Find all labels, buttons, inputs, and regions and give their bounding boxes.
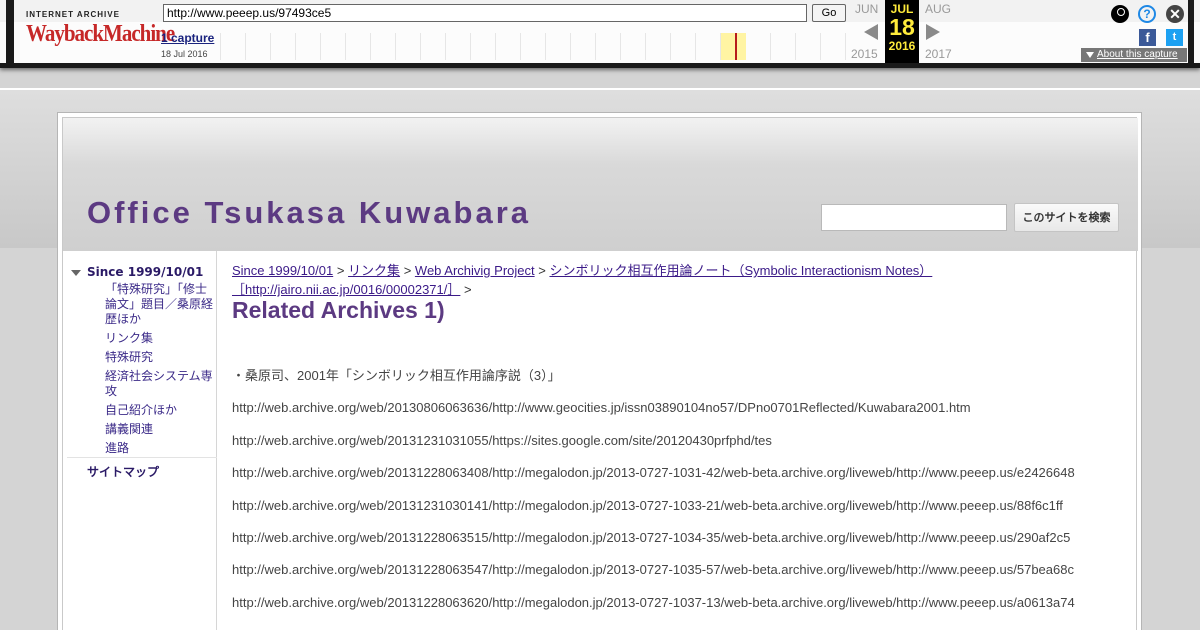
sidebar: Since 1999/10/01 「特殊研究」「修士論文」題目／桑原経歴ほか リ… [63, 251, 217, 630]
twitter-icon[interactable]: t [1166, 29, 1183, 46]
current-day: 18 [889, 14, 915, 40]
list-item-citation: ・桑原司、2001年「シンボリック相互作用論序説（3）」 [232, 368, 561, 383]
breadcrumb-separator: > [538, 263, 546, 278]
toolbar-frame-left [6, 0, 14, 63]
archive-url: http://web.archive.org/web/2013122806351… [232, 529, 1071, 545]
next-arrow-icon[interactable] [926, 24, 940, 40]
archive-url: http://web.archive.org/web/2013123103014… [232, 497, 1063, 513]
help-icon[interactable]: ? [1138, 5, 1156, 23]
site-search-button[interactable]: このサイトを検索 [1014, 203, 1119, 232]
next-year-label[interactable]: 2017 [925, 47, 952, 61]
sidebar-item-self-introduction[interactable]: 自己紹介ほか [105, 403, 215, 418]
breadcrumb-link-web-archiving[interactable]: Web Archivig Project [415, 263, 535, 278]
sidebar-list: 「特殊研究」「修士論文」題目／桑原経歴ほか リンク集 特殊研究 経済社会システム… [105, 282, 215, 460]
breadcrumb: Since 1999/10/01 > リンク集 > Web Archivig P… [232, 261, 992, 299]
about-capture-label: About this capture [1097, 49, 1178, 60]
page-frame: Office Tsukasa Kuwabara このサイトを検索 Since 1… [57, 112, 1142, 630]
sidebar-item-career[interactable]: 進路 [105, 441, 215, 456]
archive-url: http://web.archive.org/web/2013122806362… [232, 594, 1075, 610]
sidebar-root-label: Since 1999/10/01 [87, 265, 204, 279]
current-date-block: JUL 18 2016 [885, 0, 919, 63]
site-title[interactable]: Office Tsukasa Kuwabara [87, 195, 531, 231]
wayback-logo[interactable]: INTERNET ARCHIVE WaybackMachine [26, 10, 175, 50]
current-year: 2016 [888, 39, 916, 53]
toolbar-frame-right [1188, 0, 1194, 63]
archive-url: http://web.archive.org/web/2013122806340… [232, 465, 1075, 481]
wayback-go-button[interactable]: Go [812, 4, 846, 22]
archive-url: http://web.archive.org/web/2013122806354… [232, 562, 1074, 578]
prev-year-label[interactable]: 2015 [851, 47, 878, 61]
archive-list: ・桑原司、2001年「シンボリック相互作用論序説（3）」 http://web.… [232, 367, 1132, 626]
breadcrumb-link-home[interactable]: Since 1999/10/01 [232, 263, 333, 278]
close-icon[interactable]: ✕ [1166, 5, 1184, 23]
wayback-url-input[interactable] [163, 4, 807, 22]
wayback-logo-top: INTERNET ARCHIVE [26, 10, 120, 19]
facebook-icon[interactable]: f [1139, 29, 1156, 46]
sidebar-item-sitemap[interactable]: サイトマップ [87, 463, 159, 480]
site-search-input[interactable] [821, 204, 1007, 231]
archive-url: http://web.archive.org/web/2013123103105… [232, 432, 772, 448]
caret-down-icon[interactable] [71, 270, 81, 276]
breadcrumb-separator: > [336, 263, 345, 278]
prev-month-label[interactable]: JUN [855, 2, 878, 16]
breadcrumb-link-links[interactable]: リンク集 [348, 263, 400, 278]
capture-date: 18 Jul 2016 [161, 49, 208, 59]
breadcrumb-separator: > [464, 282, 472, 297]
sidebar-item-lectures[interactable]: 講義関連 [105, 422, 215, 437]
about-capture-button[interactable]: About this capture [1081, 48, 1187, 62]
page-heading: Related Archives 1) [232, 297, 445, 323]
sparkline-capture-marker[interactable] [735, 33, 737, 60]
sidebar-item-economic-systems[interactable]: 経済社会システム専攻 [105, 369, 215, 399]
breadcrumb-separator: > [403, 263, 412, 278]
next-month-label[interactable]: AUG [925, 2, 951, 16]
captures-link[interactable]: 1 capture [161, 31, 214, 45]
user-icon[interactable] [1111, 5, 1129, 23]
capture-sparkline[interactable] [220, 33, 848, 60]
archive-url: http://web.archive.org/web/2013080606363… [232, 400, 971, 416]
sidebar-root-item[interactable]: Since 1999/10/01 [71, 265, 203, 279]
site-header: Office Tsukasa Kuwabara このサイトを検索 [63, 118, 1138, 251]
sidebar-item-special-research[interactable]: 特殊研究 [105, 350, 215, 365]
prev-arrow-icon[interactable] [864, 24, 878, 40]
sidebar-item-links[interactable]: リンク集 [105, 331, 215, 346]
sparkline-current-month [721, 33, 746, 60]
page-inner: Office Tsukasa Kuwabara このサイトを検索 Since 1… [62, 117, 1138, 630]
sidebar-item-thesis-titles[interactable]: 「特殊研究」「修士論文」題目／桑原経歴ほか [105, 282, 215, 327]
wayback-toolbar: INTERNET ARCHIVE WaybackMachine Go 1 cap… [0, 0, 1200, 68]
wayback-logo-main: WaybackMachine [26, 19, 175, 47]
sidebar-divider [67, 457, 217, 458]
triangle-down-icon [1086, 52, 1094, 58]
